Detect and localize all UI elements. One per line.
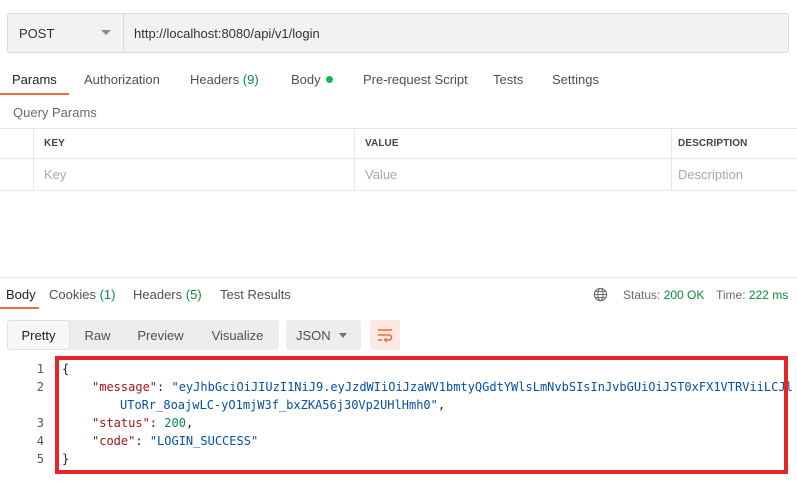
chevron-down-icon — [339, 333, 347, 338]
table-header-row: KEY VALUE DESCRIPTION — [0, 128, 797, 159]
request-tabs: Params Authorization Headers (9) Body Pr… — [0, 66, 797, 96]
param-value-input[interactable]: Value — [354, 159, 671, 190]
line-number: 5 — [36, 452, 44, 466]
wrap-lines-button[interactable] — [370, 320, 400, 350]
format-select[interactable]: JSON — [286, 320, 361, 350]
tab-count: (5) — [185, 287, 202, 302]
response-tab-body[interactable]: Body — [6, 287, 36, 302]
tab-label: Settings — [552, 72, 599, 87]
http-method-label: POST — [19, 25, 55, 41]
param-description-input[interactable]: Description — [671, 159, 797, 190]
response-status: Status: 200 OK — [623, 288, 704, 302]
tab-label: Test Results — [220, 287, 291, 302]
url-input[interactable]: http://localhost:8080/api/v1/login — [124, 14, 788, 52]
tab-label: Tests — [493, 72, 524, 87]
format-label: JSON — [296, 327, 331, 343]
highlight-box — [55, 356, 788, 474]
chevron-down-icon — [101, 30, 111, 35]
tab-label: Body — [291, 72, 321, 87]
view-raw-button[interactable]: Raw — [70, 320, 125, 350]
tab-count: (1) — [99, 287, 116, 302]
http-method-select[interactable]: POST — [8, 14, 124, 52]
active-tab-indicator — [0, 93, 69, 95]
line-number: 4 — [36, 434, 44, 448]
tab-label: Authorization — [84, 72, 160, 87]
tab-label: Body — [6, 287, 36, 302]
tab-params[interactable]: Params — [12, 72, 57, 87]
line-number: 1 — [36, 362, 44, 376]
wrap-lines-icon — [378, 329, 393, 343]
row-checkbox-cell — [0, 159, 33, 190]
url-text: http://localhost:8080/api/v1/login — [134, 25, 320, 41]
column-header-value: VALUE — [354, 129, 671, 158]
response-divider — [0, 277, 797, 278]
time-value[interactable]: 222 ms — [749, 288, 788, 302]
tab-body[interactable]: Body — [291, 72, 333, 87]
tab-headers[interactable]: Headers (9) — [190, 72, 259, 87]
time-label: Time: — [716, 288, 746, 302]
tab-label: Headers — [190, 72, 240, 87]
view-mode-group: Pretty Raw Preview Visualize — [7, 320, 279, 350]
tab-count: (9) — [242, 72, 259, 87]
param-key-input[interactable]: Key — [33, 159, 354, 190]
status-label: Status: — [623, 288, 661, 302]
response-time: Time: 222 ms — [716, 288, 788, 302]
status-value[interactable]: 200 OK — [664, 288, 705, 302]
response-tab-headers[interactable]: Headers (5) — [133, 287, 202, 302]
checkbox-column-header — [0, 129, 33, 158]
active-response-tab-indicator — [0, 307, 39, 309]
tab-settings[interactable]: Settings — [552, 72, 599, 87]
response-tab-cookies[interactable]: Cookies (1) — [49, 287, 115, 302]
tab-pre-request-script[interactable]: Pre-request Script — [363, 72, 468, 87]
modified-dot-icon — [325, 76, 333, 83]
request-url-bar: POST http://localhost:8080/api/v1/login — [7, 13, 789, 53]
table-row: Key Value Description — [0, 159, 797, 191]
tab-label: Pre-request Script — [363, 72, 468, 87]
view-preview-button[interactable]: Preview — [125, 320, 196, 350]
line-number: 3 — [36, 416, 44, 430]
column-header-description: DESCRIPTION — [671, 129, 797, 158]
view-pretty-button[interactable]: Pretty — [7, 320, 70, 350]
tab-label: Cookies — [49, 287, 96, 302]
view-visualize-button[interactable]: Visualize — [196, 320, 279, 350]
tab-authorization[interactable]: Authorization — [84, 72, 160, 87]
response-tab-test-results[interactable]: Test Results — [220, 287, 291, 302]
tab-tests[interactable]: Tests — [493, 72, 523, 87]
column-header-key: KEY — [33, 129, 354, 158]
tab-label: Headers — [133, 287, 183, 302]
tab-label: Params — [12, 72, 57, 87]
line-number: 2 — [36, 380, 44, 394]
globe-icon[interactable] — [593, 287, 608, 302]
query-params-title: Query Params — [13, 105, 97, 120]
